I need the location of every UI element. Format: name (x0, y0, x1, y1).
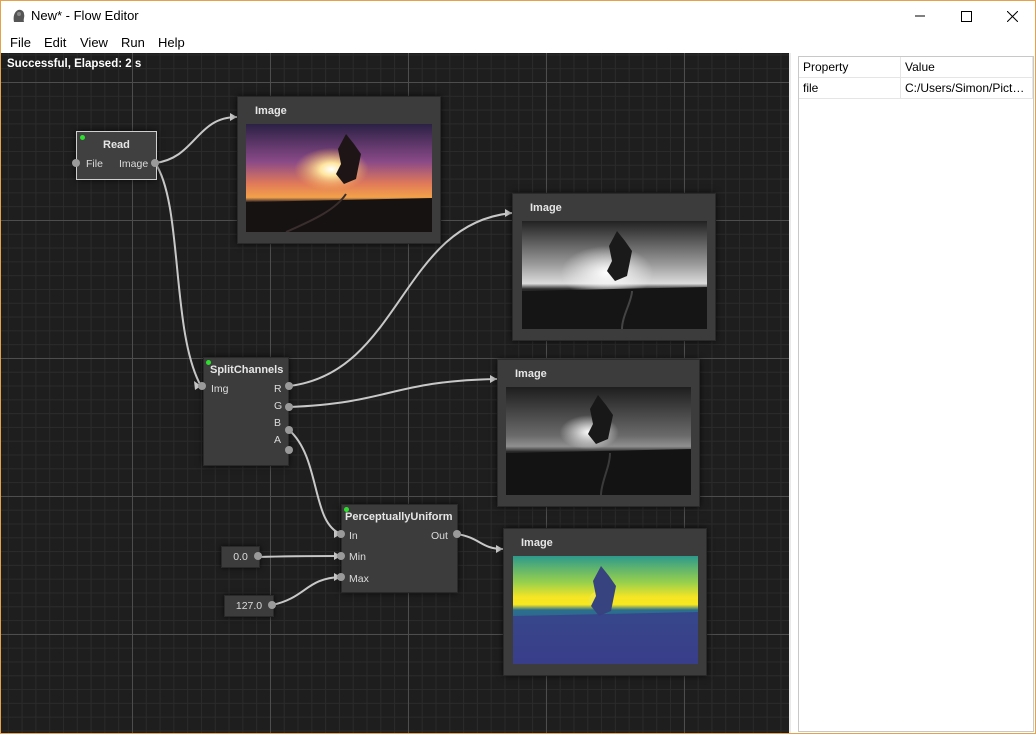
table-row[interactable]: file C:/Users/Simon/Pictures/... (799, 77, 1033, 99)
window-title: New* - Flow Editor (31, 8, 139, 23)
image-node-1[interactable]: Image (237, 96, 441, 244)
perceptual-min-label: Min (349, 551, 366, 563)
menu-run[interactable]: Run (121, 35, 145, 50)
max-value-node[interactable]: 127.0 (224, 595, 274, 617)
maximize-button[interactable] (943, 1, 989, 31)
menu-help[interactable]: Help (158, 35, 185, 50)
image-node-4[interactable]: Image (503, 528, 707, 676)
min-value-port[interactable] (254, 552, 262, 560)
read-file-port[interactable] (72, 159, 80, 167)
wire-out-image4 (456, 533, 504, 550)
property-cell: file (799, 77, 901, 99)
node-canvas[interactable]: Successful, Elapsed: 2 s Read File Image… (1, 53, 789, 733)
read-image-label: Image (119, 158, 149, 170)
image-preview-color (246, 124, 432, 232)
arrow-image3 (490, 375, 497, 383)
perceptual-min-port[interactable] (337, 552, 345, 560)
perceptual-out-port[interactable] (453, 530, 461, 538)
max-value-text: 127.0 (235, 600, 263, 612)
image-node-2[interactable]: Image (512, 193, 716, 341)
maximize-icon (960, 10, 972, 22)
close-button[interactable] (989, 1, 1035, 31)
arrow-image4 (496, 545, 503, 553)
property-panel: Property Value file C:/Users/Simon/Pictu… (798, 56, 1034, 732)
status-text: Successful, Elapsed: 2 s (7, 58, 142, 70)
wire-read-image1 (154, 116, 238, 164)
status-led-icon (80, 135, 85, 140)
image-node-2-title: Image (530, 202, 562, 214)
splitter[interactable] (789, 53, 791, 733)
close-icon (1006, 10, 1018, 22)
minimize-icon (915, 15, 925, 17)
max-value-port[interactable] (268, 601, 276, 609)
image-node-3[interactable]: Image (497, 359, 700, 507)
image-node-1-title: Image (255, 105, 287, 117)
split-b-label: B (274, 417, 282, 429)
split-r-label: R (274, 383, 282, 395)
read-image-port[interactable] (151, 159, 159, 167)
image-node-3-title: Image (515, 368, 547, 380)
split-b-port[interactable] (285, 426, 293, 434)
split-img-label: Img (211, 383, 229, 395)
read-file-label: File (86, 158, 103, 170)
perceptually-uniform-node[interactable]: PerceptuallyUniform In Min Max Out (341, 504, 458, 593)
wire-b-perceptual (288, 429, 342, 535)
perceptual-out-label: Out (431, 530, 448, 542)
menu-view[interactable]: View (80, 35, 108, 50)
property-table: Property Value file C:/Users/Simon/Pictu… (799, 57, 1033, 99)
perceptual-max-port[interactable] (337, 573, 345, 581)
menu-file[interactable]: File (10, 35, 31, 50)
perceptual-node-title: PerceptuallyUniform (345, 511, 453, 523)
perceptual-in-label: In (349, 530, 358, 542)
split-img-port[interactable] (198, 382, 206, 390)
perceptual-in-port[interactable] (337, 530, 345, 538)
menu-edit[interactable]: Edit (44, 35, 66, 50)
min-value-text: 0.0 (233, 551, 248, 563)
property-column-header[interactable]: Property (799, 57, 901, 78)
wire-min (257, 555, 342, 558)
image-node-4-title: Image (521, 537, 553, 549)
split-g-label: G (274, 400, 283, 412)
value-column-header[interactable]: Value (900, 57, 1033, 78)
perceptual-max-label: Max (349, 573, 369, 585)
wire-max (271, 576, 342, 606)
app-window: New* - Flow Editor File Edit View Run He… (0, 0, 1036, 734)
split-channels-node[interactable]: SplitChannels Img R G B A (203, 357, 289, 466)
wire-g-image3 (288, 378, 498, 408)
image-preview-perceptual (513, 556, 698, 664)
app-icon (13, 9, 25, 22)
title-bar: New* - Flow Editor (1, 1, 1035, 31)
wire-read-split (154, 162, 202, 387)
image-preview-green (506, 387, 691, 495)
minimize-button[interactable] (897, 1, 943, 31)
read-node-title: Read (103, 139, 130, 151)
arrow-image1 (230, 113, 237, 121)
menu-bar: File Edit View Run Help (1, 32, 1035, 53)
split-a-port[interactable] (285, 446, 293, 454)
split-node-title: SplitChannels (210, 364, 284, 376)
value-cell[interactable]: C:/Users/Simon/Pictures/... (900, 77, 1033, 99)
split-r-port[interactable] (285, 382, 293, 390)
read-node[interactable]: Read File Image (76, 131, 157, 180)
split-a-label: A (274, 434, 282, 446)
arrow-image2 (505, 209, 512, 217)
split-g-port[interactable] (285, 403, 293, 411)
image-preview-red (522, 221, 707, 329)
